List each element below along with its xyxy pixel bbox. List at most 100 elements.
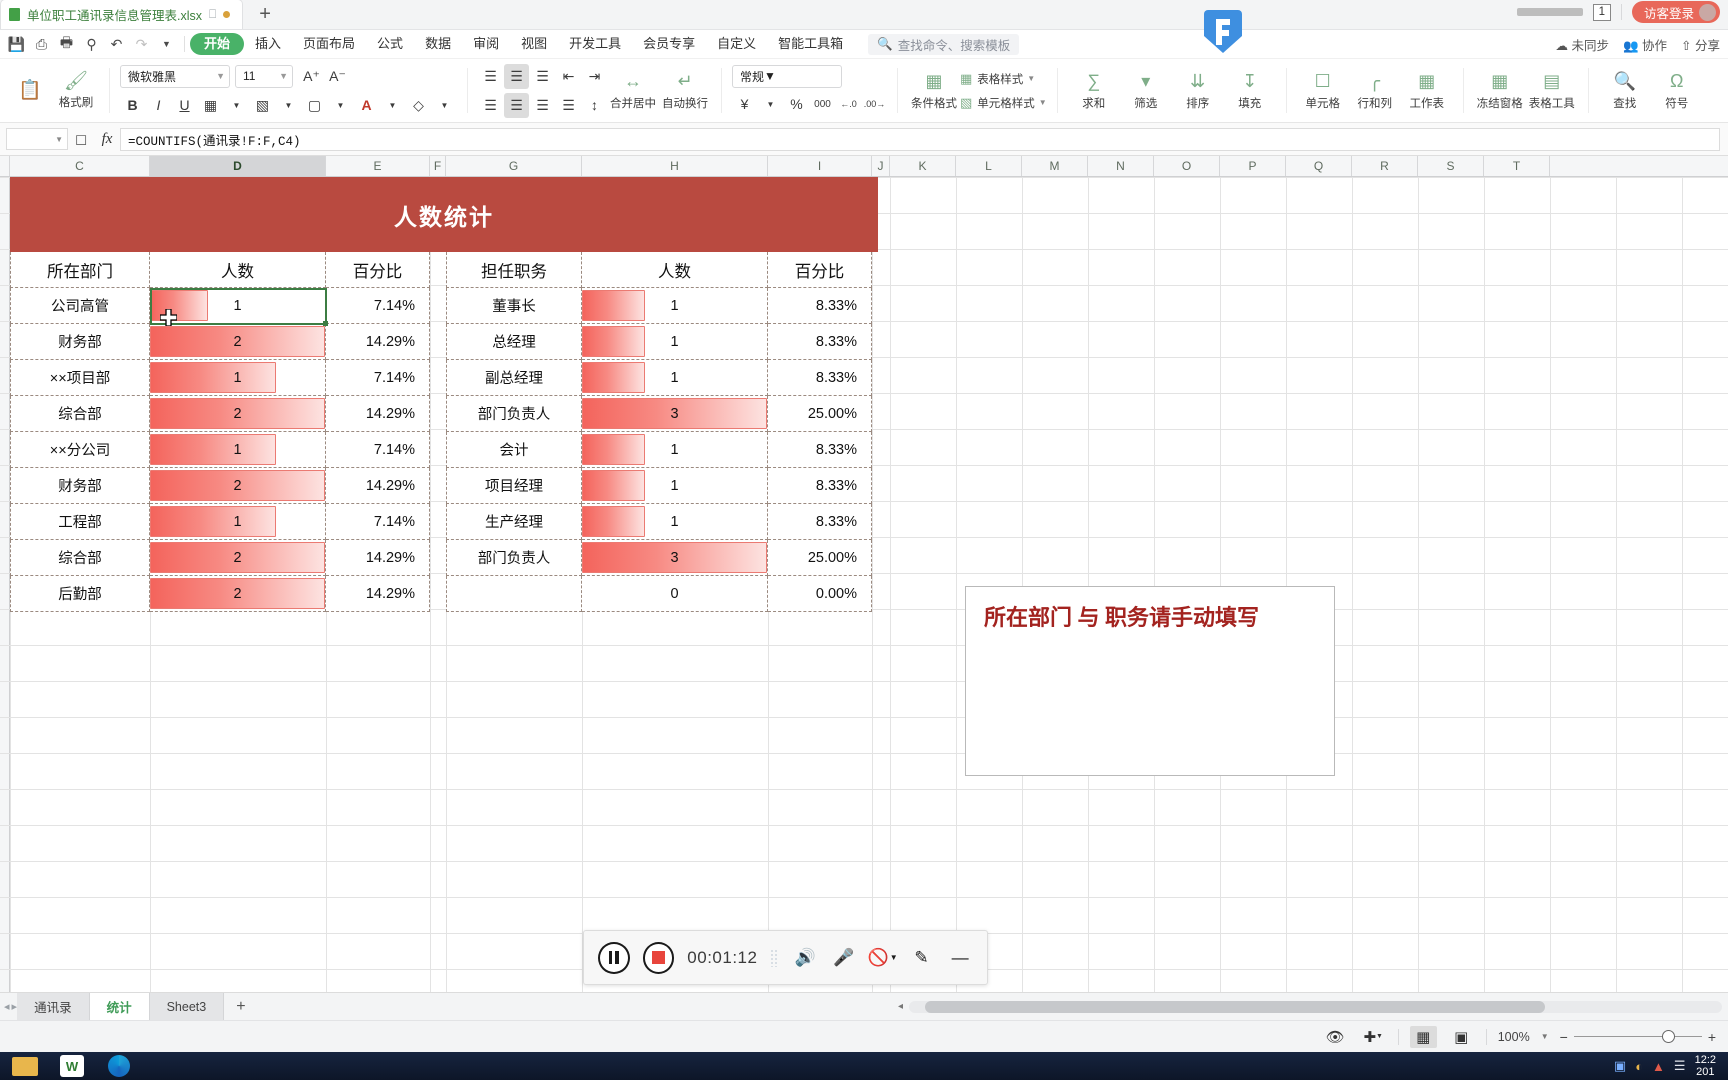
sheet-tab-sheet3[interactable]: Sheet3: [149, 993, 225, 1020]
search-print-icon[interactable]: ⚲: [79, 32, 104, 56]
cell-background-button[interactable]: ▧: [250, 93, 275, 118]
column-header-M[interactable]: M: [1022, 156, 1088, 176]
wrap-text-button[interactable]: ↵ 自动换行: [659, 61, 711, 121]
category-cell[interactable]: 项目经理: [446, 468, 582, 504]
table-row[interactable]: 部门负责人 3 25.00%: [446, 540, 872, 576]
document-tab[interactable]: 单位职工通讯录信息管理表.xlsx ⎕: [0, 0, 244, 29]
page-layout-icon[interactable]: ▣: [1448, 1026, 1475, 1048]
align-right-button[interactable]: ☰: [530, 93, 555, 118]
decrease-font-size-button[interactable]: A⁻: [325, 64, 350, 89]
scroll-track[interactable]: [909, 1000, 1722, 1013]
borders-button[interactable]: ▦: [198, 93, 223, 118]
chevron-down-icon[interactable]: ▼: [276, 93, 301, 118]
percentage-cell[interactable]: 14.29%: [326, 324, 430, 360]
rows-columns-button[interactable]: ╭ 行和列: [1349, 61, 1401, 121]
category-cell[interactable]: ××项目部: [10, 360, 150, 396]
column-header-L[interactable]: L: [956, 156, 1022, 176]
tray-palette-icon[interactable]: ◐: [1635, 1059, 1643, 1074]
percentage-cell[interactable]: 7.14%: [326, 360, 430, 396]
column-header-cell[interactable]: 百分比: [768, 252, 872, 288]
count-cell[interactable]: 3: [582, 540, 768, 576]
column-header-P[interactable]: P: [1220, 156, 1286, 176]
count-cell[interactable]: 2: [150, 396, 326, 432]
percentage-cell[interactable]: 8.33%: [768, 324, 872, 360]
column-header-I[interactable]: I: [768, 156, 872, 176]
conditional-format-button[interactable]: ▦ 条件格式: [908, 61, 960, 121]
collapse-formula-icon[interactable]: ◻: [68, 130, 94, 148]
count-cell[interactable]: 1: [150, 360, 326, 396]
table-row[interactable]: 生产经理 1 8.33%: [446, 504, 872, 540]
tray-app-icon[interactable]: ▣: [1614, 1058, 1626, 1074]
ribbon-tab-formula[interactable]: 公式: [366, 33, 414, 55]
sync-status[interactable]: ☁ 未同步: [1555, 35, 1609, 54]
font-family-select[interactable]: 微软雅黑 ▼: [120, 64, 230, 88]
category-cell[interactable]: 财务部: [10, 468, 150, 504]
scroll-left-icon[interactable]: ◂: [898, 1001, 903, 1012]
column-header-R[interactable]: R: [1352, 156, 1418, 176]
zoom-knob[interactable]: [1661, 1030, 1675, 1043]
spreadsheet-grid[interactable]: 人数统计 所在部门 人数 百分比 公司高管 1 7.14% 财务部 2 14.29% ××项目部 1…: [0, 177, 1728, 992]
filter-button[interactable]: ▾ 筛选: [1120, 61, 1172, 121]
zoom-slider[interactable]: − +: [1560, 1029, 1716, 1045]
minimize-icon[interactable]: —: [947, 945, 973, 971]
table-row[interactable]: 后勤部 2 14.29%: [10, 576, 430, 612]
center-icon[interactable]: ✚ ▼: [1360, 1026, 1387, 1048]
column-header-K[interactable]: K: [890, 156, 956, 176]
percentage-cell[interactable]: 14.29%: [326, 540, 430, 576]
category-cell[interactable]: 部门负责人: [446, 396, 582, 432]
count-cell[interactable]: 1: [582, 324, 768, 360]
category-cell[interactable]: 公司高管: [10, 288, 150, 324]
category-cell[interactable]: 生产经理: [446, 504, 582, 540]
category-cell[interactable]: 后勤部: [10, 576, 150, 612]
percentage-cell[interactable]: 7.14%: [326, 504, 430, 540]
count-cell[interactable]: 1: [582, 468, 768, 504]
command-search-box[interactable]: 🔍 查找命令、搜索模板: [868, 33, 1020, 55]
sheet-tab-statistics[interactable]: 统计: [89, 993, 150, 1020]
table-row[interactable]: 工程部 1 7.14%: [10, 504, 430, 540]
pen-icon[interactable]: ✎: [909, 945, 935, 971]
align-center-button[interactable]: ☰: [504, 92, 529, 118]
column-header-F[interactable]: F: [430, 156, 446, 176]
table-row[interactable]: 综合部 2 14.29%: [10, 540, 430, 576]
count-cell[interactable]: 2: [150, 324, 326, 360]
merge-center-button[interactable]: ↔ 合并居中: [607, 61, 659, 121]
font-color-button[interactable]: A: [354, 93, 379, 118]
print-preview-icon[interactable]: ⎙: [29, 32, 54, 56]
ribbon-tab-review[interactable]: 审阅: [462, 33, 510, 55]
comma-format-button[interactable]: 000: [810, 92, 835, 117]
name-box[interactable]: ▼: [6, 128, 68, 150]
collaborate-button[interactable]: 👥 协作: [1623, 35, 1667, 54]
percentage-cell[interactable]: 8.33%: [768, 468, 872, 504]
sheet-nav-buttons[interactable]: ◂ ▸: [0, 1000, 17, 1013]
horizontal-scrollbar[interactable]: ◂: [898, 1000, 1728, 1013]
cell-style-button[interactable]: ▧ 单元格样式 ▼: [960, 95, 1047, 111]
insert-function-icon[interactable]: fx: [94, 131, 120, 148]
category-cell[interactable]: 综合部: [10, 396, 150, 432]
percentage-cell[interactable]: 0.00%: [768, 576, 872, 612]
align-top-button[interactable]: ☰: [478, 64, 503, 89]
column-header-J[interactable]: J: [872, 156, 890, 176]
increase-font-size-button[interactable]: A⁺: [299, 64, 324, 89]
percentage-cell[interactable]: 14.29%: [326, 576, 430, 612]
percentage-cell[interactable]: 8.33%: [768, 288, 872, 324]
column-header-O[interactable]: O: [1154, 156, 1220, 176]
category-cell[interactable]: ××分公司: [10, 432, 150, 468]
zoom-out-icon[interactable]: −: [1560, 1029, 1568, 1045]
align-bottom-button[interactable]: ☰: [530, 64, 555, 89]
chevron-down-icon[interactable]: ▼: [432, 93, 457, 118]
percentage-cell[interactable]: 25.00%: [768, 396, 872, 432]
bold-button[interactable]: B: [120, 93, 145, 118]
count-cell[interactable]: 1: [582, 288, 768, 324]
count-cell[interactable]: 1: [150, 504, 326, 540]
column-header-Q[interactable]: Q: [1286, 156, 1352, 176]
zoom-level[interactable]: 100%: [1498, 1030, 1530, 1044]
ribbon-tab-page-layout[interactable]: 页面布局: [292, 33, 366, 55]
table-row[interactable]: 财务部 2 14.29%: [10, 468, 430, 504]
zoom-track[interactable]: [1573, 1030, 1702, 1043]
table-row[interactable]: 总经理 1 8.33%: [446, 324, 872, 360]
format-painter-button[interactable]: 🖌 格式刷: [53, 61, 99, 121]
screen-recorder-toolbar[interactable]: 00:01:12 🔊 🎤 🚫 ▼ ✎ —: [583, 930, 988, 985]
decrease-indent-button[interactable]: ⇤: [556, 64, 581, 89]
pause-button[interactable]: [598, 941, 630, 974]
formula-input[interactable]: =COUNTIFS(通讯录!F:F,C4): [120, 127, 1720, 151]
